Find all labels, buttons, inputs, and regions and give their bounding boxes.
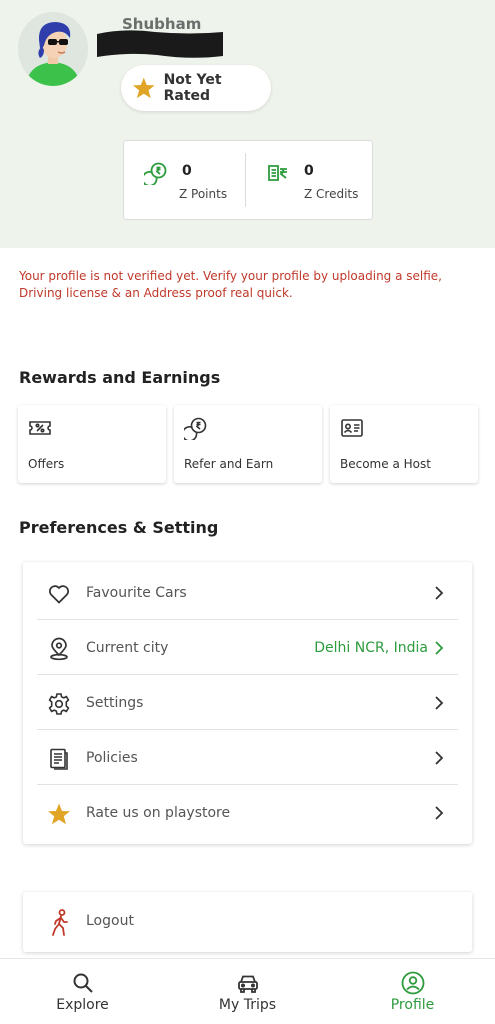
bottom-navigation: Explore My Trips Profile — [0, 958, 495, 1024]
pref-item-settings[interactable]: Settings — [37, 675, 458, 730]
pref-item-favourite-cars[interactable]: Favourite Cars — [37, 565, 458, 620]
chevron-right-icon — [435, 641, 444, 655]
offers-label: Offers — [28, 457, 65, 471]
chevron-right-icon — [435, 586, 444, 600]
nav-label: Explore — [56, 997, 109, 1013]
walking-person-icon — [52, 909, 68, 936]
pref-item-label: Current city — [86, 640, 169, 656]
logout-label: Logout — [86, 913, 134, 929]
offers-card[interactable]: Offers — [18, 405, 166, 483]
search-icon — [73, 973, 93, 993]
rewards-stats-card: 0 Z Points 0 Z Credits — [123, 140, 373, 220]
profile-icon — [401, 971, 425, 995]
nav-label: Profile — [390, 997, 435, 1013]
rating-label: Not Yet Rated — [163, 72, 222, 104]
preferences-list: Favourite Cars Current city Delhi NCR, I… — [23, 562, 472, 844]
rating-badge[interactable]: Not Yet Rated — [121, 65, 271, 111]
rewards-section-title: Rewards and Earnings — [19, 368, 221, 387]
z-credits-label: Z Credits — [304, 187, 359, 201]
chevron-right-icon — [435, 751, 444, 765]
current-city-value: Delhi NCR, India — [314, 640, 428, 656]
chevron-right-icon — [435, 696, 444, 710]
nav-profile[interactable]: Profile — [330, 959, 495, 1024]
rewards-grid: Offers Refer and Earn Become a Host — [18, 405, 478, 483]
logout-button[interactable]: Logout — [23, 892, 472, 952]
pref-item-current-city[interactable]: Current city Delhi NCR, India — [37, 620, 458, 675]
z-credits-value: 0 — [304, 163, 314, 179]
credits-icon — [268, 165, 287, 181]
nav-explore[interactable]: Explore — [0, 959, 165, 1024]
location-pin-icon — [50, 637, 68, 661]
profile-header: Shubham Not Yet Rated 0 Z Points 0 Z Cre… — [0, 0, 495, 248]
become-a-host-label: Become a Host — [340, 457, 431, 471]
car-icon — [238, 975, 258, 993]
rupee-coins-icon — [144, 162, 167, 185]
offer-ticket-icon — [29, 421, 51, 435]
redacted-phone — [95, 26, 225, 62]
nav-label: My Trips — [218, 997, 277, 1013]
verification-warning[interactable]: Your profile is not verified yet. Verify… — [19, 268, 479, 302]
chevron-right-icon — [435, 806, 444, 820]
pref-item-label: Policies — [86, 750, 138, 766]
pref-item-label: Rate us on playstore — [86, 805, 231, 821]
star-icon — [48, 803, 70, 825]
refer-and-earn-card[interactable]: Refer and Earn — [174, 405, 322, 483]
z-credits-stat[interactable]: 0 Z Credits — [246, 141, 374, 221]
pref-item-policies[interactable]: Policies — [37, 730, 458, 785]
id-card-icon — [341, 419, 363, 437]
z-points-stat[interactable]: 0 Z Points — [124, 141, 245, 221]
pref-item-label: Favourite Cars — [86, 585, 187, 601]
pref-item-label: Settings — [86, 695, 144, 711]
pref-item-rate-us[interactable]: Rate us on playstore — [37, 785, 458, 840]
z-points-value: 0 — [182, 163, 192, 179]
rupee-coins-icon — [184, 417, 207, 440]
become-a-host-card[interactable]: Become a Host — [330, 405, 478, 483]
avatar[interactable] — [18, 12, 88, 86]
refer-and-earn-label: Refer and Earn — [184, 457, 274, 471]
gear-icon — [48, 693, 70, 715]
star-icon — [132, 77, 155, 99]
z-points-label: Z Points — [179, 187, 228, 201]
document-icon — [50, 748, 68, 770]
heart-icon — [49, 585, 69, 604]
nav-my-trips[interactable]: My Trips — [165, 959, 330, 1024]
preferences-section-title: Preferences & Setting — [19, 518, 219, 537]
